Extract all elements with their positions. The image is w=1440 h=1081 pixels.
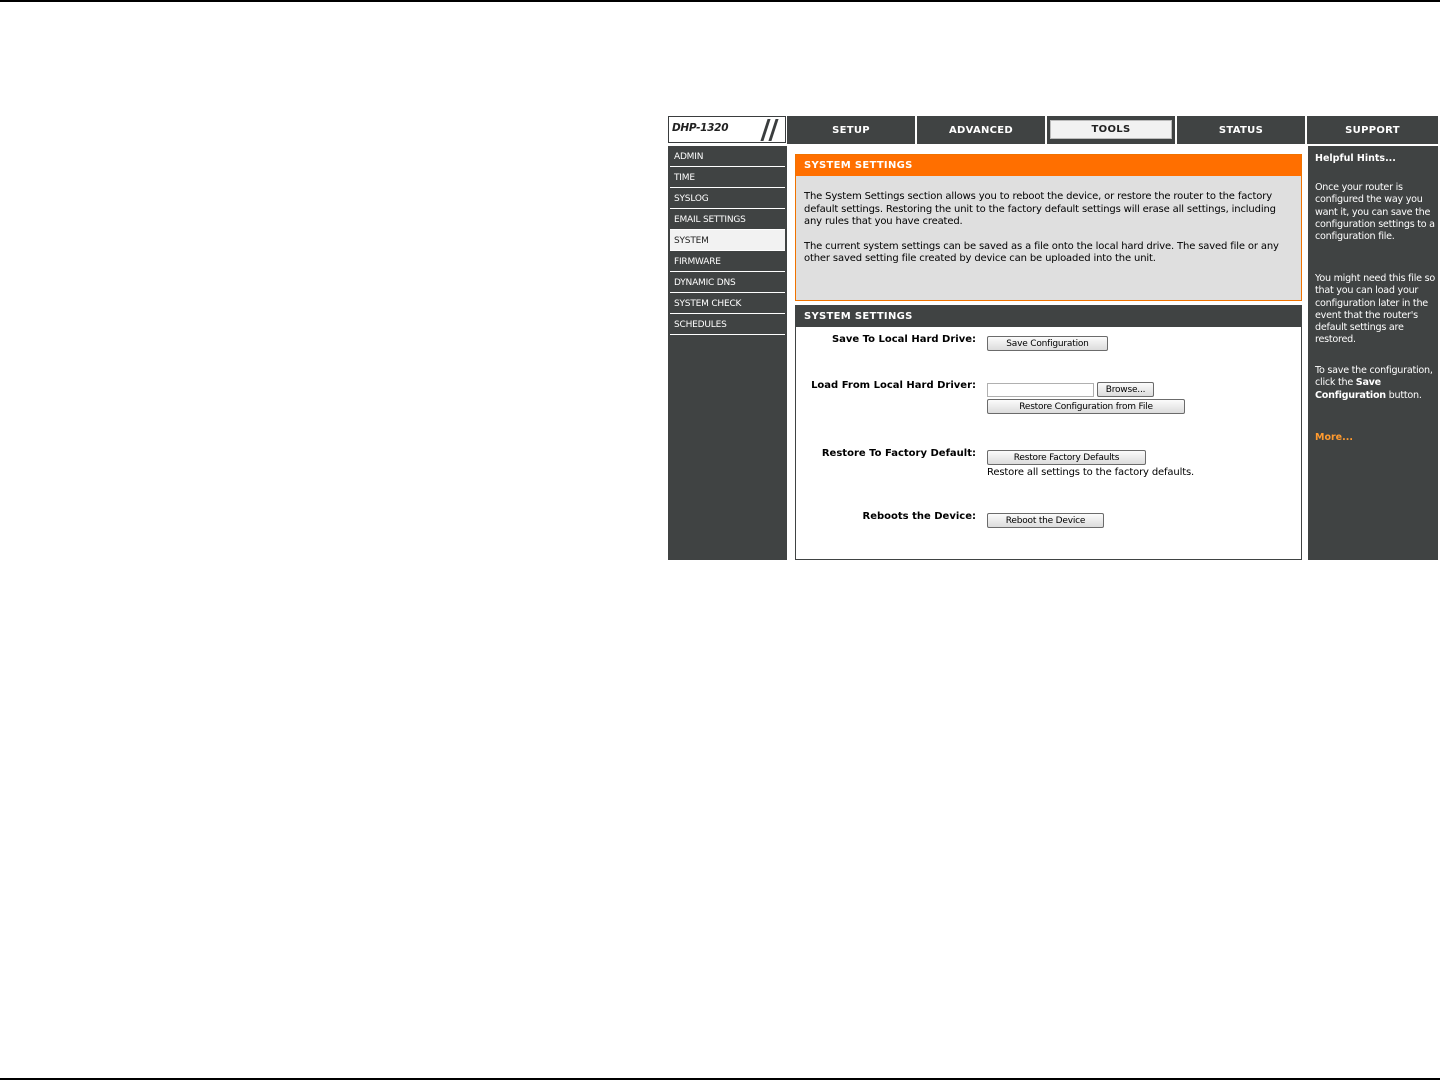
intro-title: SYSTEM SETTINGS (796, 155, 1301, 176)
main-content: SYSTEM SETTINGS The System Settings sect… (787, 146, 1307, 560)
sidebar-item-schedules[interactable]: SCHEDULES (670, 314, 785, 335)
logo-slash-icon (768, 119, 779, 141)
factory-note: Restore all settings to the factory defa… (987, 467, 1195, 478)
intro-panel: SYSTEM SETTINGS The System Settings sect… (795, 154, 1302, 301)
save-label: Save To Local Hard Drive: (831, 334, 976, 345)
sidebar-item-time[interactable]: TIME (670, 167, 785, 188)
settings-panel: SYSTEM SETTINGS Save To Local Hard Drive… (795, 305, 1302, 560)
factory-label: Restore To Factory Default: (821, 448, 976, 459)
save-configuration-button[interactable]: Save Configuration (987, 336, 1108, 351)
intro-paragraph-1: The System Settings section allows you t… (804, 191, 1276, 227)
sidebar-item-syslog[interactable]: SYSLOG (670, 188, 785, 209)
reboot-device-button[interactable]: Reboot the Device (987, 513, 1104, 528)
settings-title: SYSTEM SETTINGS (796, 306, 1301, 327)
reboot-label: Reboots the Device: (862, 511, 977, 522)
hint-paragraph-1: Once your router is configured the way y… (1315, 182, 1435, 243)
sidebar-item-system[interactable]: SYSTEM (670, 230, 785, 251)
tab-setup[interactable]: SETUP (787, 116, 915, 144)
hints-more-link[interactable]: More... (1315, 432, 1353, 443)
sidebar-item-dynamic-dns[interactable]: DYNAMIC DNS (670, 272, 785, 293)
sidebar-item-system-check[interactable]: SYSTEM CHECK (670, 293, 785, 314)
model-name: DHP-1320 (672, 122, 729, 134)
file-path-input[interactable] (987, 383, 1094, 397)
sidebar-item-admin[interactable]: ADMIN (670, 146, 785, 167)
top-nav-tabs: SETUP ADVANCED TOOLS STATUS SUPPORT (787, 116, 1438, 144)
sidebar: ADMIN TIME SYSLOG EMAIL SETTINGS SYSTEM … (668, 146, 787, 560)
hint-text-end: button. (1385, 389, 1422, 401)
router-admin-ui: DHP-1320 SETUP ADVANCED TOOLS STATUS SUP… (668, 116, 1438, 560)
top-rule (0, 0, 1440, 2)
helpful-hints-panel: Helpful Hints... Once your router is con… (1308, 146, 1438, 560)
sidebar-item-firmware[interactable]: FIRMWARE (670, 251, 785, 272)
intro-paragraph-2: The current system settings can be saved… (804, 240, 1279, 265)
hints-title: Helpful Hints... (1315, 153, 1396, 164)
hint-paragraph-2: You might need this file so that you can… (1315, 273, 1435, 346)
hint-paragraph-3: To save the configuration, click the Sav… (1315, 365, 1437, 402)
restore-factory-defaults-button[interactable]: Restore Factory Defaults (987, 450, 1146, 465)
restore-configuration-button[interactable]: Restore Configuration from File (987, 399, 1185, 414)
tab-tools-label: TOOLS (1050, 120, 1172, 139)
tab-status[interactable]: STATUS (1177, 116, 1305, 144)
tab-tools[interactable]: TOOLS (1047, 116, 1175, 144)
model-logo: DHP-1320 (668, 116, 786, 143)
load-label: Load From Local Hard Driver: (811, 380, 976, 391)
sidebar-item-email-settings[interactable]: EMAIL SETTINGS (670, 209, 785, 230)
bottom-rule (0, 1078, 1440, 1080)
browse-button[interactable]: Browse... (1097, 382, 1154, 397)
tab-advanced[interactable]: ADVANCED (917, 116, 1045, 144)
tab-support[interactable]: SUPPORT (1307, 116, 1438, 144)
